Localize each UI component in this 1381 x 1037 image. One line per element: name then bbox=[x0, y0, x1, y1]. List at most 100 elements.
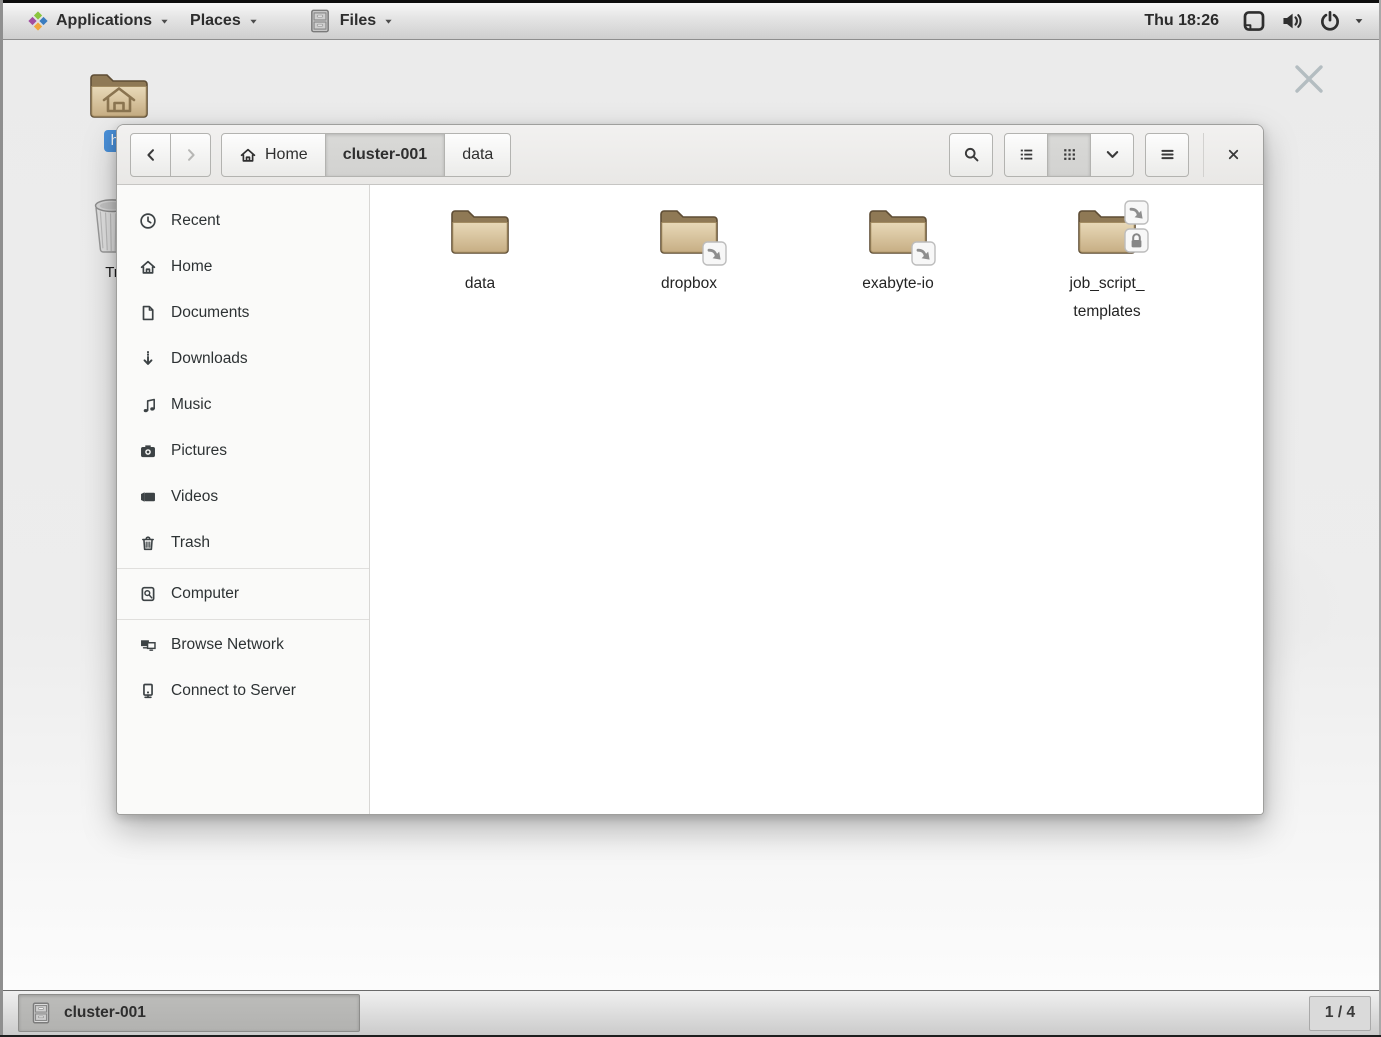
grid-view-icon bbox=[1061, 146, 1078, 163]
link-emblem-icon bbox=[702, 241, 727, 266]
centos-logo-icon bbox=[27, 10, 49, 32]
link-emblem-icon bbox=[911, 241, 936, 266]
lock-emblem-icon bbox=[1124, 228, 1149, 253]
sidebar-item-browse-network[interactable]: Browse Network bbox=[117, 622, 369, 668]
file-tile-exabyte-io[interactable]: exabyte-io bbox=[798, 205, 998, 298]
sidebar-item-label: Videos bbox=[171, 488, 218, 506]
caret-down-icon bbox=[248, 16, 259, 27]
sidebar-item-computer[interactable]: Computer bbox=[117, 571, 369, 617]
folder-icon bbox=[866, 205, 930, 261]
list-view-button[interactable] bbox=[1004, 133, 1048, 177]
file-grid[interactable]: data dropbox exabyte-io job_script_ temp… bbox=[370, 185, 1263, 814]
taskbar: cluster-001 1 / 4 bbox=[3, 990, 1379, 1035]
file-tile-job_script_templates[interactable]: job_script_ templates bbox=[1007, 205, 1207, 326]
view-toggle-group bbox=[1004, 133, 1134, 177]
sidebar-separator bbox=[117, 568, 369, 569]
workspace-indicator[interactable]: 1 / 4 bbox=[1309, 996, 1371, 1031]
file-label: data bbox=[380, 270, 580, 298]
sidebar-item-label: Documents bbox=[171, 304, 249, 322]
sidebar-item-label: Pictures bbox=[171, 442, 227, 460]
caret-down-icon[interactable] bbox=[1353, 15, 1365, 27]
link-emblem-icon bbox=[1124, 200, 1149, 225]
file-tile-data[interactable]: data bbox=[380, 205, 580, 298]
folder-icon bbox=[448, 205, 512, 261]
back-icon bbox=[143, 147, 159, 163]
sidebar-item-pictures[interactable]: Pictures bbox=[117, 428, 369, 474]
sidebar-item-label: Music bbox=[171, 396, 211, 414]
menu-button[interactable] bbox=[1145, 133, 1189, 177]
file-cabinet-icon bbox=[307, 8, 333, 34]
file-label: dropbox bbox=[589, 270, 789, 298]
sidebar-item-recent[interactable]: Recent bbox=[117, 198, 369, 244]
breadcrumb-data[interactable]: data bbox=[444, 133, 511, 177]
sidebar-item-videos[interactable]: Videos bbox=[117, 474, 369, 520]
sidebar-item-label: Home bbox=[171, 258, 212, 276]
sidebar-item-label: Recent bbox=[171, 212, 220, 230]
back-button[interactable] bbox=[130, 133, 171, 177]
chevron-down-icon bbox=[1104, 146, 1121, 163]
taskbar-window-button[interactable]: cluster-001 bbox=[18, 994, 360, 1032]
sidebar-item-label: Downloads bbox=[171, 350, 248, 368]
sidebar-item-home[interactable]: Home bbox=[117, 244, 369, 290]
trash-icon bbox=[139, 534, 157, 552]
folder-icon bbox=[657, 205, 721, 261]
caret-down-icon bbox=[159, 16, 170, 27]
frame-edge bbox=[0, 0, 3, 1037]
files-window: Home cluster-001 data bbox=[116, 124, 1264, 815]
sidebar-item-downloads[interactable]: Downloads bbox=[117, 336, 369, 382]
nav-button-group bbox=[130, 133, 211, 177]
breadcrumb-cluster-001[interactable]: cluster-001 bbox=[325, 133, 446, 177]
sidebar-item-documents[interactable]: Documents bbox=[117, 290, 369, 336]
window-close-button[interactable] bbox=[1216, 133, 1250, 177]
hamburger-icon bbox=[1159, 146, 1176, 163]
file-label: exabyte-io bbox=[798, 270, 998, 298]
sidebar-item-label: Computer bbox=[171, 585, 239, 603]
server-icon bbox=[139, 682, 157, 700]
breadcrumb-label: Home bbox=[265, 146, 308, 164]
sidebar-item-music[interactable]: Music bbox=[117, 382, 369, 428]
menu-files[interactable]: Files bbox=[297, 3, 404, 39]
menu-applications[interactable]: Applications bbox=[17, 3, 180, 39]
search-button[interactable] bbox=[949, 133, 993, 177]
sidebar-item-trash[interactable]: Trash bbox=[117, 520, 369, 566]
close-icon bbox=[1226, 147, 1241, 162]
music-icon bbox=[139, 396, 157, 414]
toolbar-separator bbox=[1203, 133, 1204, 177]
sidebar-item-label: Browse Network bbox=[171, 636, 284, 654]
list-view-icon bbox=[1018, 146, 1035, 163]
caret-down-icon bbox=[383, 16, 394, 27]
volume-icon[interactable] bbox=[1280, 9, 1304, 33]
home-folder-icon bbox=[87, 68, 151, 124]
folder-icon bbox=[1075, 205, 1139, 261]
forward-icon bbox=[183, 147, 199, 163]
menu-places[interactable]: Places bbox=[180, 3, 269, 39]
sidebar-item-label: Connect to Server bbox=[171, 682, 296, 700]
breadcrumb-home[interactable]: Home bbox=[221, 133, 326, 177]
screen: Applications Places Files Thu 18:26 h bbox=[0, 0, 1381, 1037]
video-icon bbox=[139, 488, 157, 506]
menu-label: Applications bbox=[56, 12, 152, 30]
grid-view-button[interactable] bbox=[1047, 133, 1091, 177]
forward-button[interactable] bbox=[170, 133, 211, 177]
top-bar: Applications Places Files Thu 18:26 bbox=[3, 3, 1379, 40]
home-icon bbox=[139, 258, 157, 276]
breadcrumb-label: cluster-001 bbox=[343, 146, 428, 164]
background-close-icon[interactable] bbox=[1292, 62, 1326, 96]
file-tile-dropbox[interactable]: dropbox bbox=[589, 205, 789, 298]
breadcrumb: Home cluster-001 data bbox=[221, 133, 511, 177]
sidebar-item-label: Trash bbox=[171, 534, 210, 552]
view-options-button[interactable] bbox=[1090, 133, 1134, 177]
frame-edge bbox=[0, 0, 1381, 3]
document-icon bbox=[139, 304, 157, 322]
file-label: job_script_ templates bbox=[1007, 270, 1207, 326]
sidebar-item-connect-to-server[interactable]: Connect to Server bbox=[117, 668, 369, 714]
menu-label: Files bbox=[340, 12, 376, 30]
network-icon bbox=[139, 636, 157, 654]
power-icon[interactable] bbox=[1318, 9, 1342, 33]
sidebar: Recent Home Documents Downloads Music Pi… bbox=[117, 185, 370, 814]
disk-icon bbox=[139, 585, 157, 603]
download-icon bbox=[139, 350, 157, 368]
file-cabinet-icon bbox=[29, 1001, 53, 1025]
clock[interactable]: Thu 18:26 bbox=[1128, 12, 1235, 30]
screen-icon[interactable] bbox=[1242, 9, 1266, 33]
